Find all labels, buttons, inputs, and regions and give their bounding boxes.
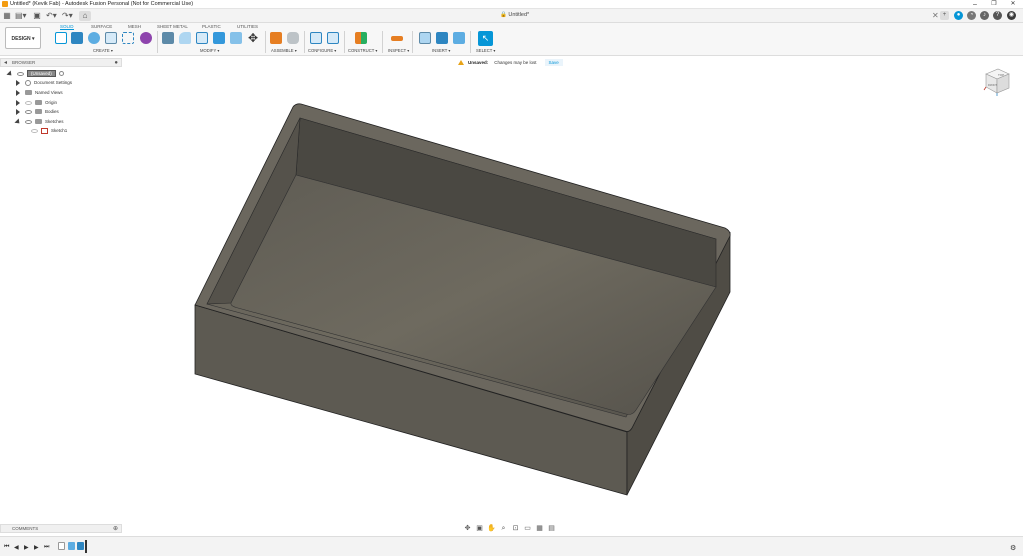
viewports-icon[interactable]: ▤ [547,525,556,533]
timeline-marker[interactable] [85,540,87,553]
viewcube[interactable]: TOP FRONT [980,66,1012,100]
comments-title: COMMENTS [12,526,39,531]
timeline-extrude-icon[interactable] [68,542,75,550]
zoom-icon[interactable]: ⌕ [499,525,508,533]
play-icon[interactable]: ▶ [24,544,29,551]
timeline-bar: ⏮ ◀ ▶ ▶ ⏭ ⚙ [0,536,1023,556]
tray-model[interactable] [194,103,731,496]
grid-settings-icon[interactable]: ▦ [535,525,544,533]
timeline-sketch-icon[interactable] [58,542,65,550]
go-to-end-icon[interactable]: ⏭ [44,544,49,551]
comments-header[interactable]: COMMENTS ⊕ [0,524,122,533]
timeline-shell-icon[interactable] [77,542,84,550]
step-back-icon[interactable]: ◀ [14,544,19,551]
add-comment-icon[interactable]: ⊕ [113,525,118,533]
orbit-icon[interactable]: ✥ [463,525,472,533]
viewcube-front-label: FRONT [988,83,997,87]
capture-position-icon[interactable]: ▣ [475,525,484,533]
go-to-start-icon[interactable]: ⏮ [4,544,9,551]
navigation-bar: ✥ ▣ ✋ ⌕ ⊡ ▭ ▦ ▤ [463,523,556,534]
viewcube-top-label: TOP [998,73,1004,77]
step-forward-icon[interactable]: ▶ [34,544,39,551]
pan-icon[interactable]: ✋ [487,525,496,533]
timeline-settings-gear-icon[interactable]: ⚙ [1010,544,1016,552]
display-settings-icon[interactable]: ▭ [523,525,532,533]
viewport-canvas[interactable] [0,0,1023,556]
fit-icon[interactable]: ⊡ [511,525,520,533]
